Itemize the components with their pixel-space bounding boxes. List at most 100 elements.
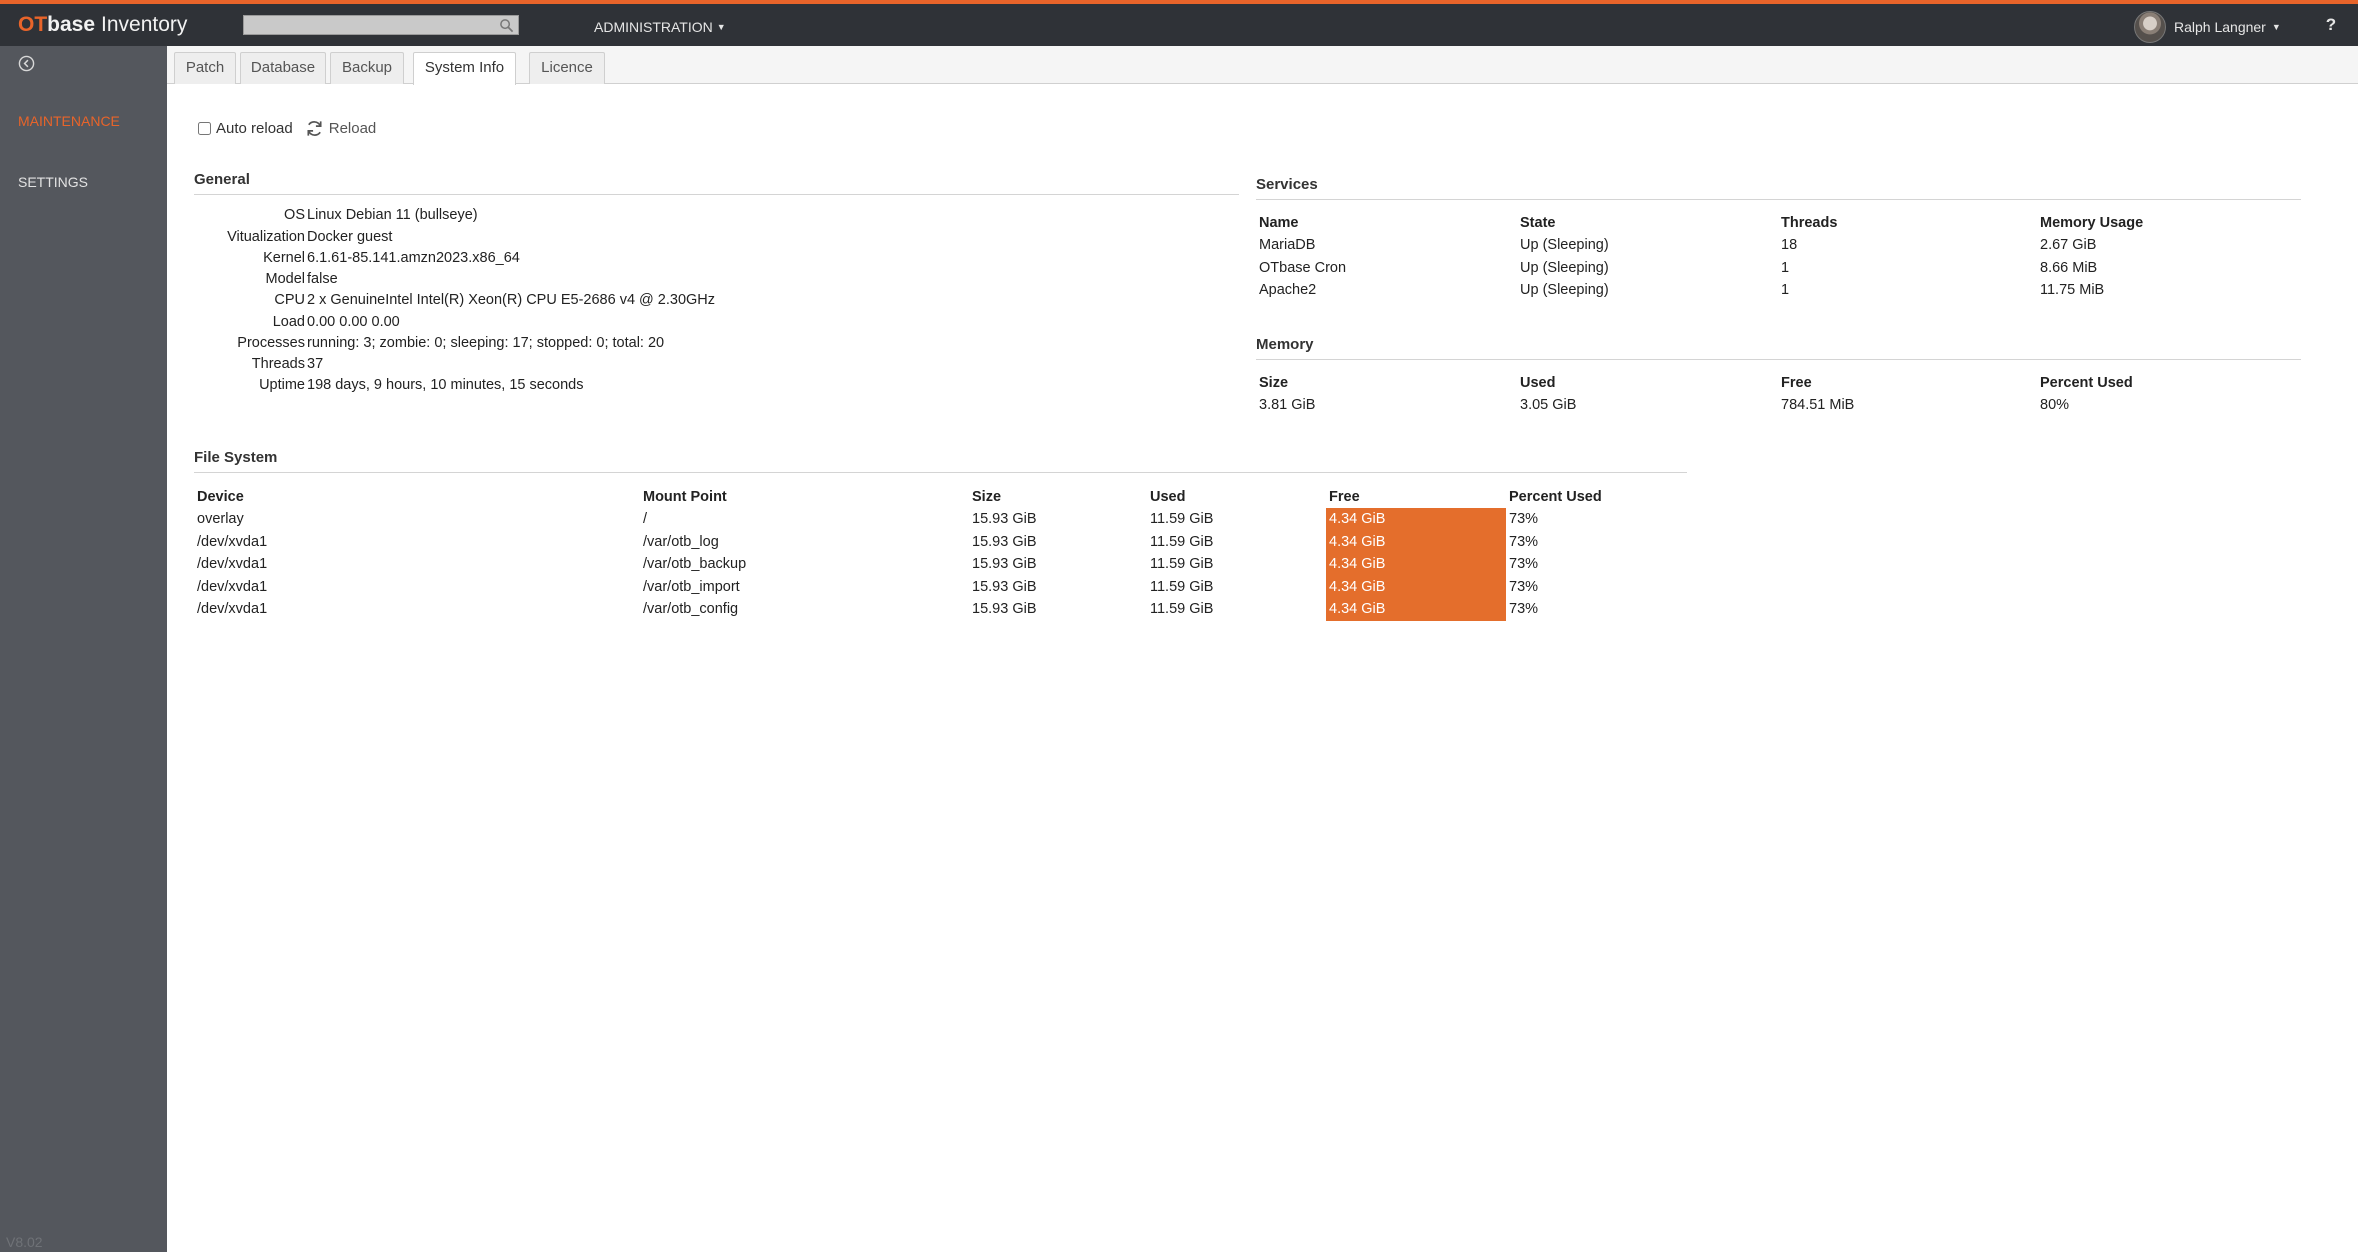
- column-header-name: Name: [1259, 215, 1299, 231]
- service-threads: 1: [1781, 259, 1790, 276]
- file-system-title: File System: [194, 449, 1687, 473]
- sidebar: MAINTENANCE SETTINGS V8.02: [0, 46, 167, 1252]
- column-header-percent-used: Percent Used: [1509, 489, 1602, 505]
- sidebar-item-settings[interactable]: SETTINGS: [18, 174, 88, 190]
- column-header-threads: Threads: [1781, 215, 1838, 231]
- general-value-os: Linux Debian 11 (bullseye): [307, 207, 478, 223]
- service-state: Up (Sleeping): [1520, 282, 1609, 299]
- service-name: MariaDB: [1259, 237, 1316, 254]
- sidebar-item-maintenance[interactable]: MAINTENANCE: [18, 113, 120, 129]
- general-key-virtualization: Vitualization: [227, 229, 305, 245]
- fs-device: /dev/xvda1: [197, 601, 268, 618]
- column-header-size: Size: [972, 489, 1002, 505]
- general-value-processes: running: 3; zombie: 0; sleeping: 17; sto…: [307, 335, 665, 351]
- memory-size: 3.81 GiB: [1259, 397, 1316, 414]
- search-box: [243, 15, 519, 35]
- tab-bar: Patch Database Backup System Info Licenc…: [167, 46, 2358, 85]
- general-title: General: [194, 171, 1239, 195]
- memory-percent-used: 80%: [2040, 397, 2070, 414]
- app-logo[interactable]: OTbase Inventory: [18, 13, 187, 37]
- table-row: /dev/xvda1 /var/otb_config 15.93 GiB 11.…: [194, 598, 1614, 621]
- column-header-percent-used: Percent Used: [2040, 375, 2133, 391]
- table-row: /dev/xvda1 /var/otb_import 15.93 GiB 11.…: [194, 575, 1614, 598]
- tab-licence[interactable]: Licence: [529, 52, 605, 84]
- memory-used: 3.05 GiB: [1520, 397, 1577, 414]
- column-header-free: Free: [1781, 375, 1812, 391]
- file-system-table: Device Mount Point Size Used Free Percen…: [194, 486, 1614, 621]
- general-value-model: false: [307, 271, 338, 287]
- fs-mount-point: /var/otb_import: [643, 578, 740, 595]
- table-row: overlay / 15.93 GiB 11.59 GiB 4.34 GiB 7…: [194, 508, 1614, 531]
- service-state: Up (Sleeping): [1520, 259, 1609, 276]
- general-key-os: OS: [284, 207, 305, 223]
- fs-free: 4.34 GiB: [1326, 553, 1506, 576]
- fs-size: 15.93 GiB: [972, 601, 1037, 618]
- general-value-kernel: 6.1.61-85.141.amzn2023.x86_64: [307, 250, 520, 266]
- table-row: MariaDB Up (Sleeping) 18 2.67 GiB: [1256, 234, 2301, 257]
- back-circle-icon[interactable]: [18, 55, 35, 72]
- services-title: Services: [1256, 176, 2301, 200]
- general-key-load: Load: [272, 314, 305, 330]
- tab-patch[interactable]: Patch: [174, 52, 236, 84]
- fs-used: 11.59 GiB: [1150, 601, 1214, 618]
- fs-size: 15.93 GiB: [972, 578, 1037, 595]
- administration-menu[interactable]: ADMINISTRATION ▼: [594, 19, 726, 35]
- fs-percent-used: 73%: [1509, 556, 1539, 573]
- fs-free: 4.34 GiB: [1326, 530, 1506, 553]
- general-value-uptime: 198 days, 9 hours, 10 minutes, 15 second…: [307, 377, 584, 393]
- fs-device: /dev/xvda1: [197, 578, 268, 595]
- caret-down-icon: ▼: [2271, 22, 2281, 32]
- general-key-uptime: Uptime: [259, 377, 305, 393]
- fs-mount-point: /: [643, 511, 648, 528]
- column-header-used: Used: [1150, 489, 1186, 505]
- fs-percent-used: 73%: [1509, 511, 1539, 528]
- memory-title: Memory: [1256, 336, 2301, 360]
- service-threads: 1: [1781, 282, 1790, 299]
- reload-button[interactable]: Reload: [305, 119, 376, 138]
- column-header-size: Size: [1259, 375, 1289, 391]
- fs-used: 11.59 GiB: [1150, 556, 1214, 573]
- help-icon[interactable]: ?: [2322, 16, 2340, 34]
- tab-backup[interactable]: Backup: [330, 52, 404, 84]
- fs-free: 4.34 GiB: [1326, 508, 1506, 531]
- caret-down-icon: ▼: [716, 22, 726, 32]
- reload-controls: Auto reload Reload: [198, 119, 376, 137]
- general-key-processes: Processes: [237, 335, 305, 351]
- fs-free: 4.34 GiB: [1326, 598, 1506, 621]
- version-label: V8.02: [6, 1234, 43, 1250]
- table-row: /dev/xvda1 /var/otb_log 15.93 GiB 11.59 …: [194, 530, 1614, 553]
- search-input[interactable]: [244, 16, 518, 34]
- column-header-device: Device: [197, 489, 244, 505]
- fs-mount-point: /var/otb_config: [643, 601, 739, 618]
- service-memory: 2.67 GiB: [2040, 237, 2097, 254]
- user-menu[interactable]: Ralph Langner ▼: [2134, 10, 2281, 44]
- fs-free: 4.34 GiB: [1326, 575, 1506, 598]
- avatar: [2134, 11, 2166, 43]
- fs-size: 15.93 GiB: [972, 533, 1037, 550]
- fs-size: 15.93 GiB: [972, 556, 1037, 573]
- general-value-threads: 37: [307, 356, 324, 372]
- column-header-state: State: [1520, 215, 1556, 231]
- general-key-model: Model: [265, 271, 306, 287]
- table-row: 3.81 GiB 3.05 GiB 784.51 MiB 80%: [1256, 394, 2301, 417]
- user-name: Ralph Langner: [2174, 19, 2266, 35]
- search-icon[interactable]: [499, 18, 514, 33]
- fs-device: /dev/xvda1: [197, 533, 268, 550]
- auto-reload-checkbox[interactable]: [198, 121, 211, 135]
- general-key-threads: Threads: [251, 356, 305, 372]
- table-row: OTbase Cron Up (Sleeping) 1 8.66 MiB: [1256, 257, 2301, 280]
- fs-percent-used: 73%: [1509, 601, 1539, 618]
- tab-system-info[interactable]: System Info: [413, 52, 516, 85]
- fs-mount-point: /var/otb_log: [643, 533, 719, 550]
- fs-used: 11.59 GiB: [1150, 578, 1214, 595]
- memory-table: Size Used Free Percent Used 3.81 GiB 3.0…: [1256, 372, 2301, 417]
- general-key-kernel: Kernel: [263, 250, 305, 266]
- refresh-icon: [307, 120, 322, 136]
- fs-used: 11.59 GiB: [1150, 511, 1214, 528]
- table-row: Apache2 Up (Sleeping) 1 11.75 MiB: [1256, 279, 2301, 302]
- tab-database[interactable]: Database: [240, 52, 326, 84]
- column-header-mount-point: Mount Point: [643, 489, 727, 505]
- general-value-virtualization: Docker guest: [307, 229, 393, 245]
- services-table: Name State Threads Memory Usage MariaDB …: [1256, 212, 2301, 302]
- fs-used: 11.59 GiB: [1150, 533, 1214, 550]
